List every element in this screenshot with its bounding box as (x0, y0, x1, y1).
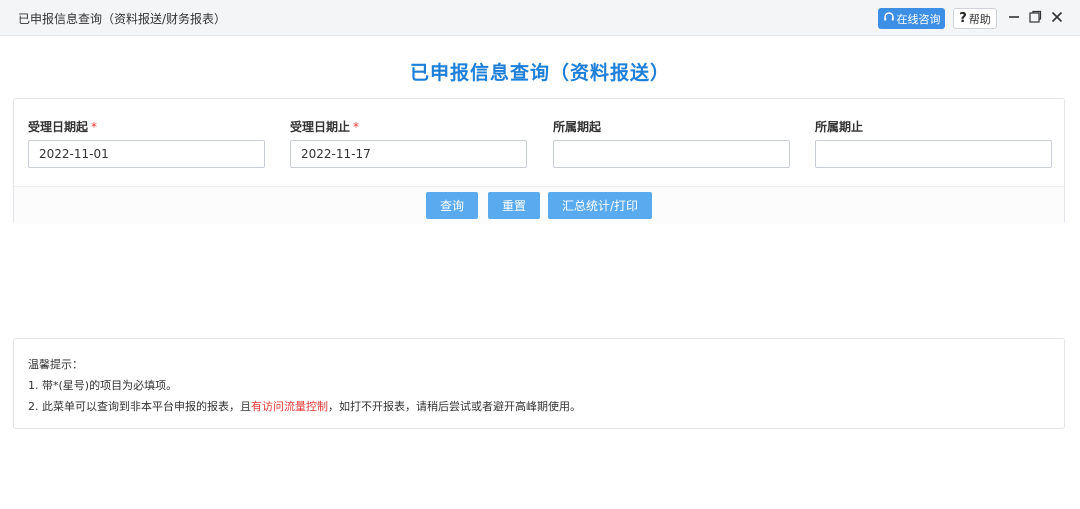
window-title: 已申报信息查询（资料报送/财务报表） (18, 12, 227, 26)
tips-line-2: 2. 此菜单可以查询到非本平台申报的报表，且有访问流量控制，如打不开报表，请稍后… (28, 400, 581, 413)
required-mark: * (91, 120, 98, 134)
query-button[interactable]: 查询 (426, 192, 478, 219)
online-consult-label: 在线咨询 (896, 12, 941, 26)
traffic-control-warning: 有访问流量控制 (251, 400, 328, 413)
tips-heading: 温馨提示： (28, 358, 83, 371)
page-title: 已申报信息查询（资料报送） (409, 62, 670, 84)
field-label: 受理日期止 * (290, 120, 360, 134)
help-button[interactable]: ? 帮助 (953, 8, 997, 29)
online-consult-button[interactable]: 在线咨询 (878, 8, 945, 29)
field-label: 受理日期起 * (28, 120, 98, 134)
accept-date-end-input[interactable] (290, 140, 527, 168)
close-icon (1050, 9, 1064, 28)
close-button[interactable] (1048, 9, 1066, 27)
field-label: 所属期起 (553, 120, 602, 134)
help-icon: ? (959, 11, 967, 26)
title-bar: 已申报信息查询（资料报送/财务报表） 在线咨询 ? 帮助 (0, 0, 1080, 36)
minimize-button[interactable] (1005, 9, 1023, 27)
field-label: 所属期止 (815, 120, 864, 134)
field-accept-date-end: 受理日期止 * (290, 118, 527, 168)
accept-date-start-input[interactable] (28, 140, 265, 168)
summary-print-button[interactable]: 汇总统计/打印 (548, 192, 652, 219)
field-period-end: 所属期止 (815, 118, 1052, 168)
required-mark: * (353, 120, 360, 134)
period-end-input[interactable] (815, 140, 1052, 168)
tips-panel: 温馨提示： 1. 带*(星号)的项目为必填项。 2. 此菜单可以查询到非本平台申… (13, 338, 1065, 429)
form-actions: 查询 重置 汇总统计/打印 (14, 186, 1064, 224)
tips-line-1: 1. 带*(星号)的项目为必填项。 (28, 379, 178, 392)
minimize-icon (1007, 9, 1021, 28)
help-label: 帮助 (968, 12, 991, 26)
field-period-start: 所属期起 (553, 118, 790, 168)
headset-icon (883, 11, 895, 26)
field-accept-date-start: 受理日期起 * (28, 118, 265, 168)
restore-icon (1028, 9, 1042, 28)
query-form-panel: 受理日期起* 受理日期止* 所属期起 所属期止 查询 重置 汇总统计/打印 (13, 98, 1065, 224)
reset-button[interactable]: 重置 (488, 192, 540, 219)
restore-button[interactable] (1026, 9, 1044, 27)
period-start-input[interactable] (553, 140, 790, 168)
